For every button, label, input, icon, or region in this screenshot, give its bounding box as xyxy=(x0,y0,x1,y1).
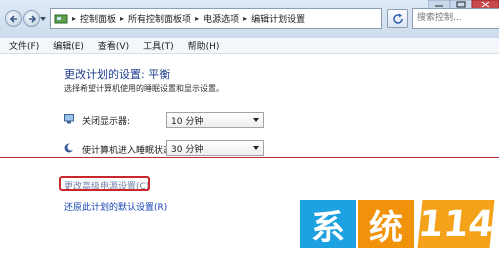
highlight-box xyxy=(59,176,150,191)
red-divider xyxy=(0,157,499,158)
monitor-icon xyxy=(64,114,74,124)
display-off-label: 关闭显示器: xyxy=(82,117,131,127)
display-off-value: 10 分钟 xyxy=(171,116,204,127)
chevron-down-icon xyxy=(253,118,259,122)
breadcrumb-item[interactable]: 电源选项 xyxy=(203,12,239,25)
breadcrumb-item[interactable]: 控制面板 xyxy=(80,12,116,25)
title-bar: ▸ 控制面板 ▸ 所有控制面板项 ▸ 电源选项 ▸ 编辑计划设置 xyxy=(0,0,499,38)
forward-button[interactable] xyxy=(23,10,40,27)
menu-tools[interactable]: 工具(T) xyxy=(143,39,174,52)
refresh-icon xyxy=(393,13,403,24)
history-dropdown-icon[interactable] xyxy=(40,16,46,22)
page-description: 选择希望计算机使用的睡眠设置和显示设置。 xyxy=(64,84,224,93)
chevron-right-icon[interactable]: ▸ xyxy=(195,14,199,23)
menu-view[interactable]: 查看(V) xyxy=(98,39,129,52)
control-panel-icon xyxy=(54,14,68,23)
chevron-right-icon[interactable]: ▸ xyxy=(243,14,247,23)
menu-file[interactable]: 文件(F) xyxy=(9,39,39,52)
breadcrumb-item[interactable]: 编辑计划设置 xyxy=(251,12,305,25)
back-arrow-icon xyxy=(9,15,17,23)
breadcrumb-item[interactable]: 所有控制面板项 xyxy=(128,12,191,25)
sleep-moon-icon xyxy=(64,143,74,153)
page-title: 更改计划的设置: 平衡 xyxy=(64,68,171,81)
menu-bar: 文件(F) 编辑(E) 查看(V) 工具(T) 帮助(H) xyxy=(0,38,499,54)
chevron-right-icon[interactable]: ▸ xyxy=(120,14,124,23)
watermark-logo: 统 xyxy=(358,200,414,248)
watermark-number: 114 xyxy=(416,200,496,248)
menu-edit[interactable]: 编辑(E) xyxy=(53,39,84,52)
forward-arrow-icon xyxy=(29,15,37,23)
sleep-value: 30 分钟 xyxy=(171,144,204,155)
display-off-select[interactable]: 10 分钟 xyxy=(166,112,264,128)
sleep-label: 使计算机进入睡眠状态: xyxy=(82,146,176,156)
chevron-right-icon: ▸ xyxy=(72,14,77,23)
refresh-button[interactable] xyxy=(387,9,408,28)
address-bar[interactable]: ▸ 控制面板 ▸ 所有控制面板项 ▸ 电源选项 ▸ 编辑计划设置 xyxy=(50,8,382,29)
restore-defaults-link[interactable]: 还原此计划的默认设置(R) xyxy=(64,200,167,213)
menu-help[interactable]: 帮助(H) xyxy=(188,39,220,52)
chevron-down-icon xyxy=(253,146,259,150)
sleep-select[interactable]: 30 分钟 xyxy=(166,140,264,156)
search-box xyxy=(412,8,499,29)
back-button[interactable] xyxy=(5,10,22,27)
watermark-logo: 系 xyxy=(300,200,356,248)
breadcrumb: ▸ 控制面板 ▸ 所有控制面板项 ▸ 电源选项 ▸ 编辑计划设置 xyxy=(68,12,305,25)
search-input[interactable] xyxy=(413,9,487,27)
